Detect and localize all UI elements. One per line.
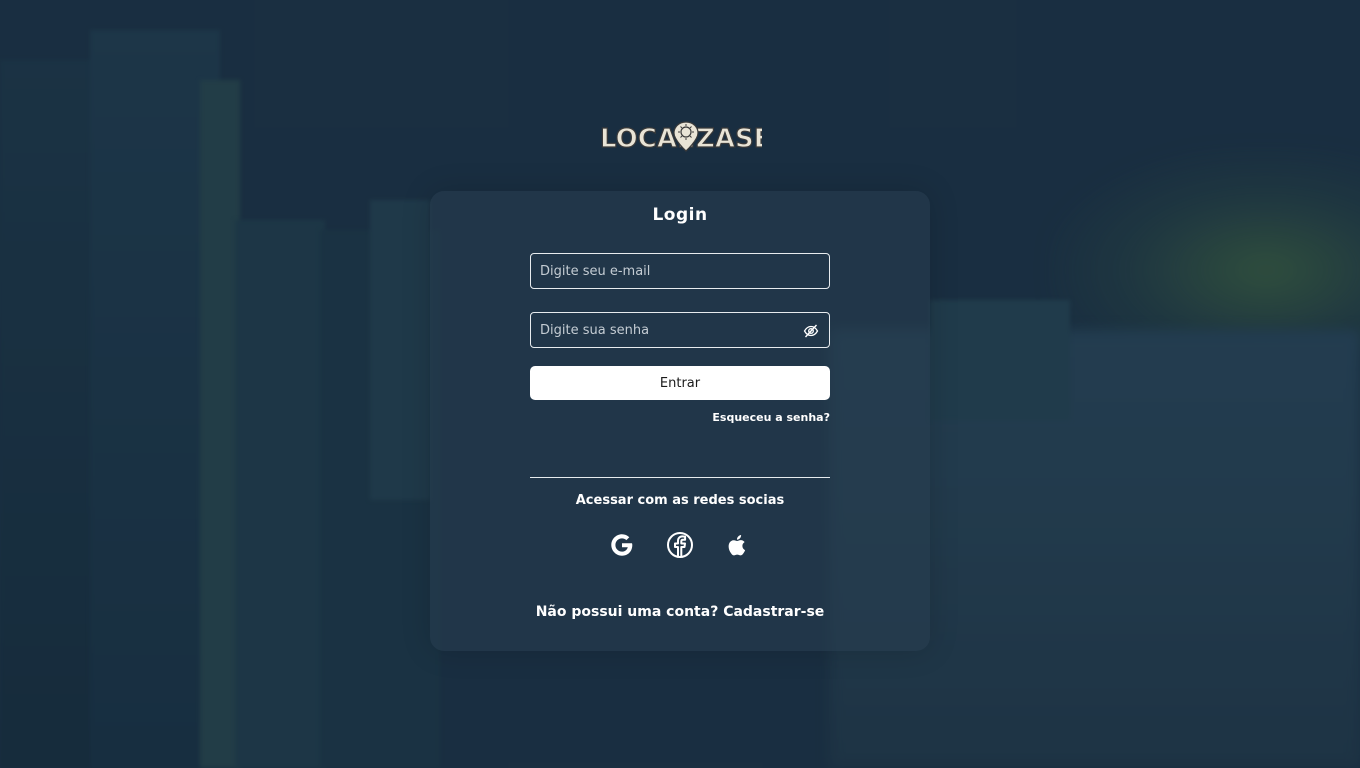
apple-icon[interactable] xyxy=(722,530,752,560)
email-input[interactable] xyxy=(531,254,829,288)
divider xyxy=(530,477,830,478)
social-login-label: Acessar com as redes socias xyxy=(575,493,785,508)
eye-slash-icon[interactable] xyxy=(803,323,819,339)
forgot-password-link[interactable]: Esqueceu a senha? xyxy=(530,411,830,424)
facebook-icon[interactable] xyxy=(665,530,695,560)
google-icon[interactable] xyxy=(607,530,637,560)
login-title: Login xyxy=(652,205,708,225)
signup-prompt: Não possui uma conta? Cadastrar-se xyxy=(430,604,930,620)
svg-text:ZASE: ZASE xyxy=(696,124,762,154)
brand-logo: LOCAL ZASE xyxy=(599,121,762,154)
password-input[interactable] xyxy=(531,313,829,347)
email-field[interactable] xyxy=(530,253,830,289)
signup-link[interactable]: Cadastrar-se xyxy=(723,604,824,620)
signup-prompt-text: Não possui uma conta? xyxy=(535,604,719,620)
login-button[interactable]: Entrar xyxy=(530,366,830,400)
password-field[interactable] xyxy=(530,312,830,348)
